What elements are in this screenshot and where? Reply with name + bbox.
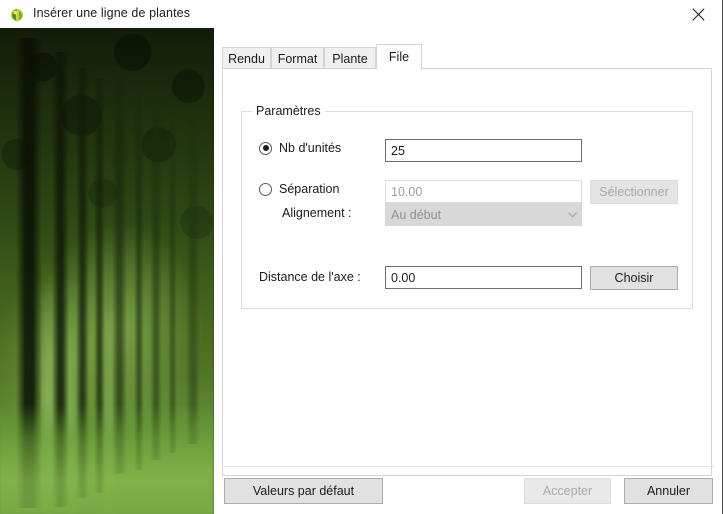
- accept-button[interactable]: Accepter: [524, 478, 611, 504]
- separation-input[interactable]: [385, 180, 582, 203]
- parameters-group: Paramètres Nb d'unités Séparation Sélect…: [241, 104, 693, 309]
- radio-separation[interactable]: Séparation: [259, 182, 339, 196]
- dialog-content: Rendu Format Plante File Paramètres Nb d…: [214, 28, 722, 514]
- choisir-button[interactable]: Choisir: [590, 266, 678, 290]
- title-bar: Insérer une ligne de plantes: [0, 0, 722, 30]
- plant-icon: [9, 7, 25, 23]
- close-button[interactable]: [675, 0, 721, 29]
- radio-separation-mark: [259, 182, 272, 196]
- nb-unites-input[interactable]: [385, 139, 582, 162]
- tab-file[interactable]: File: [376, 44, 422, 70]
- tab-panel-file: Paramètres Nb d'unités Séparation Sélect…: [222, 68, 712, 476]
- default-values-button[interactable]: Valeurs par défaut: [224, 478, 383, 504]
- window-title: Insérer une ligne de plantes: [33, 6, 191, 20]
- preview-image-panel: [0, 28, 214, 514]
- footer-separator: [222, 466, 714, 467]
- dialog-window: Insérer une ligne de plantes Rendu Forma…: [0, 0, 723, 514]
- tab-rendu[interactable]: Rendu: [222, 47, 271, 69]
- tab-plante[interactable]: Plante: [324, 47, 376, 69]
- parameters-group-title: Paramètres: [252, 104, 325, 118]
- radio-nb-unites-mark: [259, 141, 272, 155]
- chevron-down-icon: [563, 211, 581, 218]
- tab-format[interactable]: Format: [271, 47, 324, 69]
- selectionner-button[interactable]: Sélectionner: [590, 180, 678, 204]
- distance-axe-input[interactable]: [385, 266, 582, 289]
- alignement-value: Au début: [391, 207, 442, 222]
- alignement-label: Alignement :: [282, 206, 352, 220]
- radio-nb-unites[interactable]: Nb d'unités: [259, 141, 341, 155]
- alignement-combobox[interactable]: Au début: [385, 203, 582, 226]
- cancel-button[interactable]: Annuler: [624, 478, 713, 504]
- radio-separation-label: Séparation: [279, 182, 340, 196]
- forest-ground-layer: [0, 404, 214, 514]
- distance-axe-label: Distance de l'axe :: [259, 270, 361, 284]
- radio-nb-unites-label: Nb d'unités: [279, 141, 342, 155]
